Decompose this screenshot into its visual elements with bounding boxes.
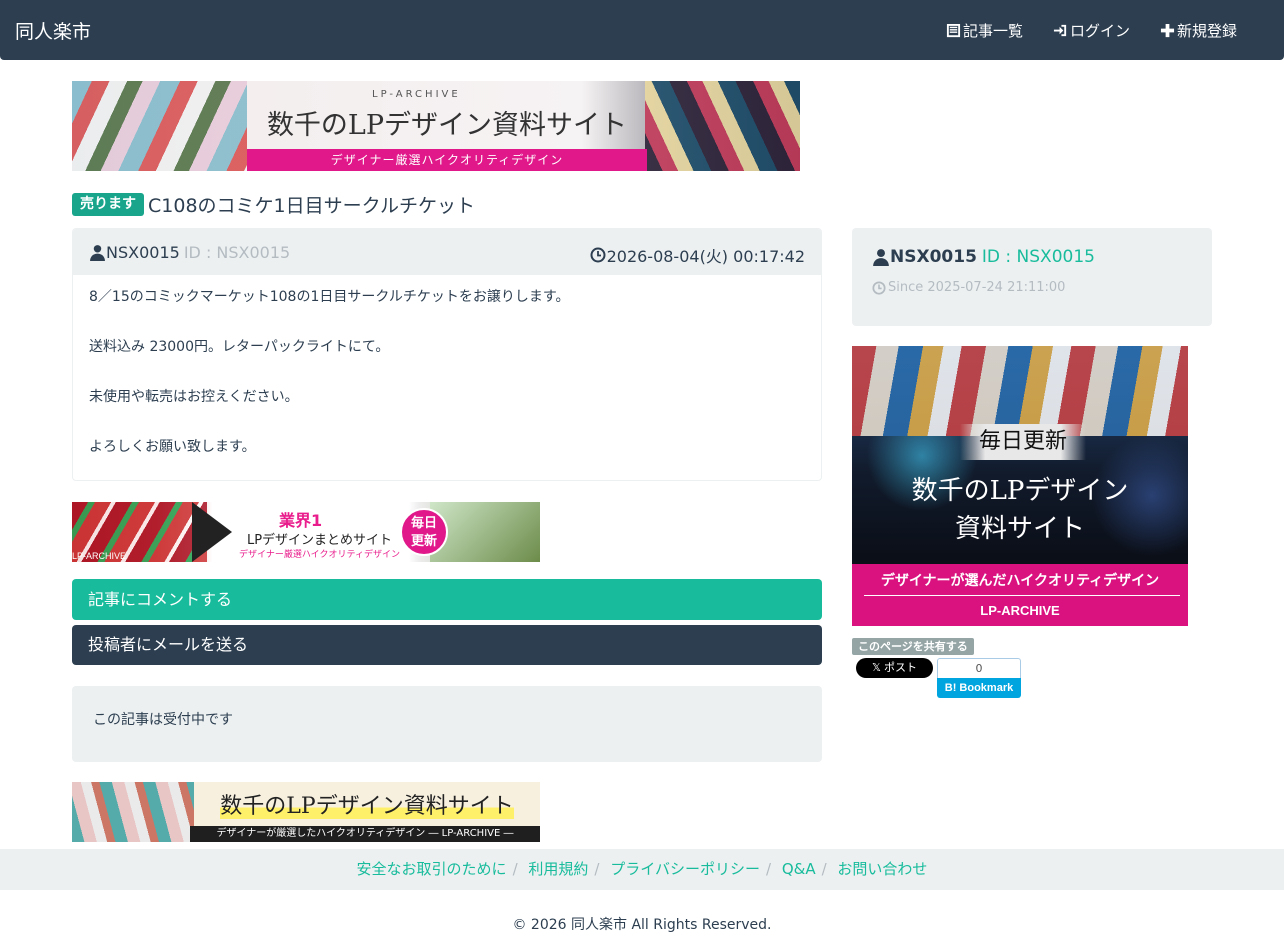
status-well: この記事は受付中です [72,686,822,762]
sidebar-author-id: ID : NSX0015 [981,247,1095,267]
ad-strip: デザイナー厳選ハイクオリティデザイン [247,149,647,171]
post-body-line: 送料込み 23000円。レターパックライトにて。 [89,339,390,355]
sidebar-since: Since 2025-07-24 21:11:00 [872,280,1192,295]
ad-badge-line: 更新 [410,534,437,549]
nav-login[interactable]: ログイン [1053,20,1130,41]
mail-author-button[interactable]: 投稿者にメールを送る [72,625,822,665]
sell-badge: 売ります [72,193,144,216]
ad-headline: 資料サイト [954,514,1085,544]
post-author[interactable]: NSX0015 ID : NSX0015 [89,243,290,262]
ad-brand-tag: LP-ARCHIVE [372,89,461,100]
nav-register[interactable]: 新規登録 [1160,20,1237,41]
user-icon [873,249,889,266]
top-ad-banner[interactable]: LP-ARCHIVE 数千のLPデザイン資料サイト デザイナー厳選ハイクオリティ… [72,81,800,171]
sidebar-since-text: Since 2025-07-24 21:11:00 [888,280,1066,295]
plus-icon [1160,23,1175,38]
bottom-ad-banner[interactable]: 数千のLPデザイン資料サイト デザイナーが厳選したハイクオリティデザイン ― L… [72,782,540,842]
footer-links: 安全なお取引のために / 利用規約 / プライバシーポリシー / Q&A / お問い合わ… [0,849,1284,890]
footer-separator: / [512,860,518,878]
copyright: © 2026 同人楽市 All Rights Reserved. [512,917,772,933]
site-brand[interactable]: 同人楽市 [15,17,91,44]
footer-separator: / [594,860,600,878]
comment-button[interactable]: 記事にコメントする [72,579,822,620]
ad-strip: デザイナーが厳選したハイクオリティデザイン ― LP-ARCHIVE ― [190,826,540,842]
nav-article-list[interactable]: 記事一覧 [946,20,1023,41]
footer-link-safety[interactable]: 安全なお取引のために [357,860,507,878]
share-label: このページを共有する [852,638,974,655]
post-date: 2026-08-04(火) 00:17:42 [590,243,805,267]
ad-collage-left [72,81,247,171]
post-body-line: よろしくお願い致します。 [89,439,256,455]
ad-headline: 数千のLPデザイン資料サイト [266,110,628,141]
post-date-text: 2026-08-04(火) 00:17:42 [606,247,805,266]
author-card: NSX0015 ID : NSX0015 Since 2025-07-24 21… [852,228,1212,326]
x-post-button[interactable]: 𝕏 ポスト [856,658,933,678]
middle-ad-banner[interactable]: LP-ARCHIVE 業界1 LPデザインまとめサイト デザイナー厳選ハイクオリ… [72,502,540,562]
post-body-line: 未使用や転売はお控えください。 [89,389,299,405]
ad-brand: LP-ARCHIVE [980,603,1060,618]
ad-collage-right [645,81,800,171]
clock-icon [590,247,606,263]
ad-collage-left [72,782,194,842]
user-icon [90,245,105,261]
post-body-line: 8／15のコミックマーケット108の1日目サークルチケットをお譲りします。 [89,289,570,305]
post-panel: NSX0015 ID : NSX0015 2026-08-04(火) 00:17… [72,228,822,481]
footer-link-qa[interactable]: Q&A [782,860,816,878]
footer-separator: / [821,860,827,878]
nav-article-list-label: 記事一覧 [963,22,1024,40]
hatena-bookmark-button[interactable]: 0 B! Bookmark [937,658,1021,698]
post-title: C108のコミケ1日目サークルチケット [148,195,476,217]
post-body: 8／15のコミックマーケット108の1日目サークルチケットをお譲りします。 送料… [73,275,821,469]
navbar: 同人楽市 記事一覧 ログイン 新規登録 [0,0,1284,60]
post-title-row: 売ります C108のコミケ1日目サークルチケット [72,191,475,218]
footer-link-contact[interactable]: お問い合わせ [837,860,927,878]
ad-headline-text: 数千のLPデザイン資料サイト [220,794,514,819]
footer-link-terms[interactable]: 利用規約 [528,860,588,878]
post-author-id: ID : NSX0015 [183,243,291,262]
post-author-name: NSX0015 [106,243,180,262]
ad-divider [864,595,1180,596]
ad-daily-label: 毎日更新 [960,424,1086,460]
ad-headline: 数千のLPデザイン [911,476,1129,506]
ad-brand-label: LP-ARCHIVE [72,551,127,561]
ad-collage-top [852,346,1188,436]
footer-separator: / [765,860,772,878]
sidebar-author[interactable]: NSX0015 ID : NSX0015 [872,247,1192,267]
ad-subtitle: デザイナー厳選ハイクオリティデザイン [239,550,400,560]
ad-rank: 業界1 [279,511,323,530]
sidebar-ad-banner[interactable]: 毎日更新 数千のLPデザイン 資料サイト デザイナーが選んだハイクオリティデザイ… [852,346,1188,626]
login-icon [1053,24,1067,37]
ad-headline: 数千のLPデザイン資料サイト [202,788,532,820]
nav-register-label: 新規登録 [1177,22,1238,40]
footer-link-privacy[interactable]: プライバシーポリシー [610,860,760,878]
list-icon [946,23,961,38]
nav-login-label: ログイン [1070,22,1131,40]
hatena-count: 0 [937,658,1021,678]
clock-icon [872,280,886,295]
ad-title: LPデザインまとめサイト [246,533,393,548]
status-text: この記事は受付中です [93,712,233,728]
ad-badge-line: 毎日 [410,516,437,531]
post-panel-header: NSX0015 ID : NSX0015 2026-08-04(火) 00:17… [73,229,821,275]
ad-subtitle: デザイナーが選んだハイクオリティデザイン [880,573,1160,589]
hatena-label: B! Bookmark [937,678,1021,698]
sidebar-author-name: NSX0015 [890,247,977,267]
ad-daily-badge: 毎日 更新 [400,508,448,556]
